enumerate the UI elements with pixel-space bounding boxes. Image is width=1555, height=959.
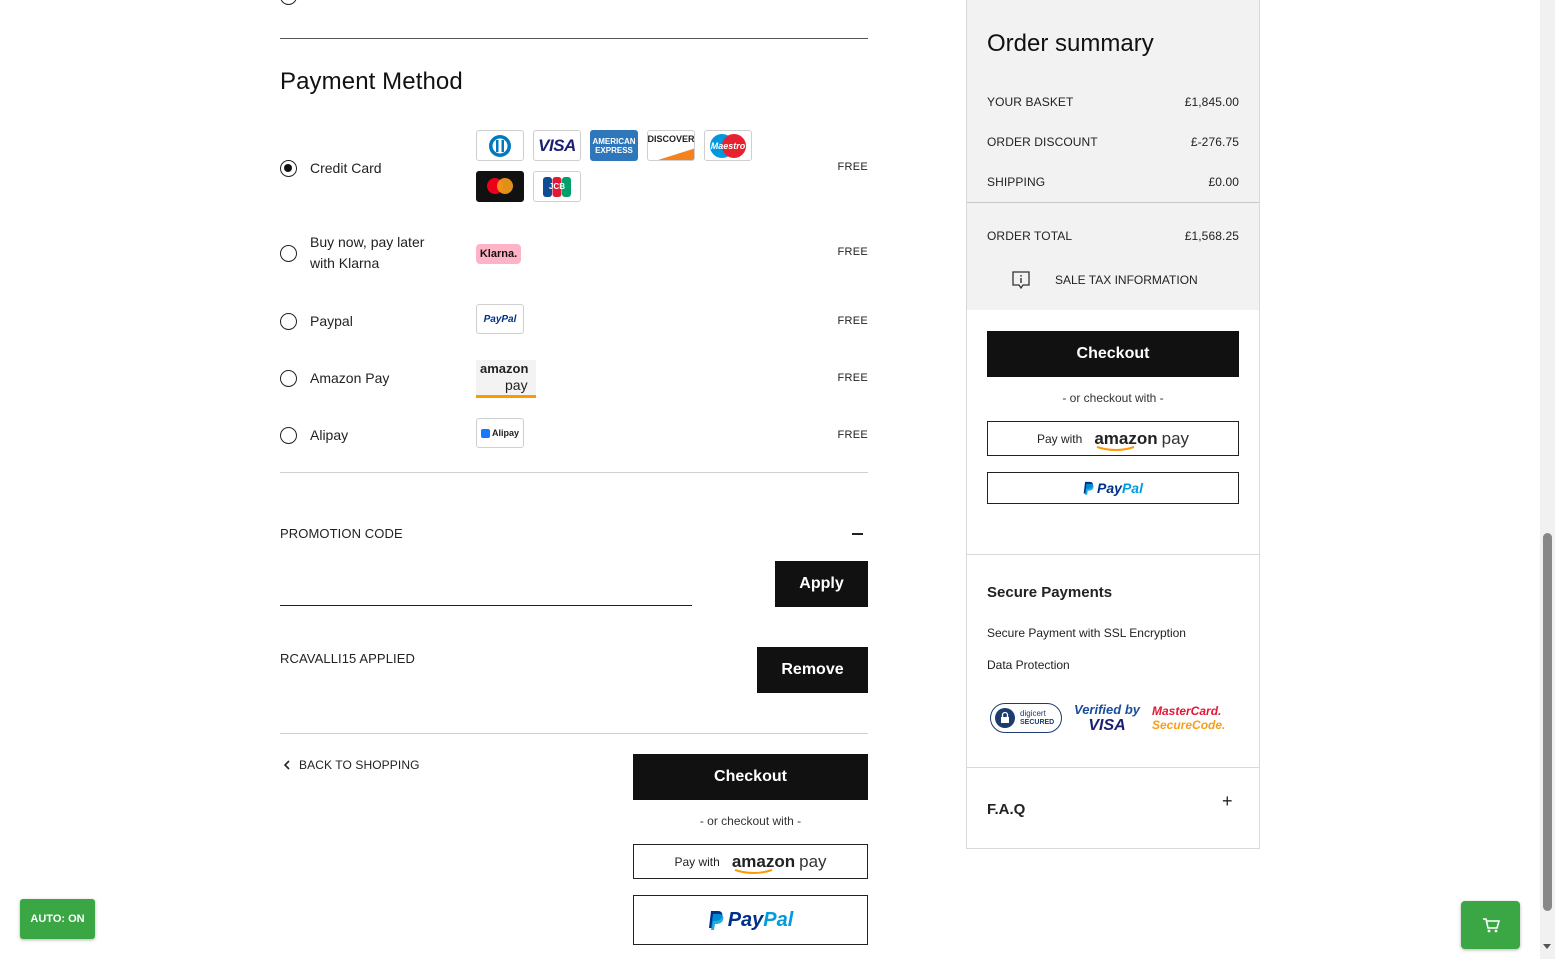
- alipay-radio[interactable]: [280, 427, 297, 444]
- pay-with-text: Pay with: [1036, 431, 1083, 446]
- paypal-radio[interactable]: [280, 313, 297, 330]
- discover-logo: DISCOVER: [647, 130, 695, 161]
- amazon-pay-radio[interactable]: [280, 370, 297, 387]
- amazon-word: amazon: [1094, 429, 1158, 451]
- or-checkout-text: - or checkout with -: [1062, 391, 1164, 405]
- payment-option-credit-card[interactable]: Credit Card VISA AMERICAN EXPRESS DISCOV…: [280, 128, 868, 204]
- amazon-pay-button[interactable]: Pay with amazon pay: [633, 844, 868, 879]
- payment-fee: FREE: [837, 246, 868, 258]
- amazon-word: amazon: [732, 852, 795, 874]
- summary-divider: [967, 554, 1259, 555]
- amex-logo: AMERICAN EXPRESS: [590, 130, 638, 161]
- paypal-p-icon: [1083, 481, 1094, 495]
- promotion-code-input[interactable]: [280, 562, 692, 606]
- summary-row-shipping: SHIPPING £0.00: [987, 175, 1239, 189]
- back-to-shopping-link[interactable]: BACK TO SHOPPING: [283, 758, 420, 772]
- section-divider: [280, 38, 868, 39]
- payment-option-label: Amazon Pay: [310, 370, 390, 386]
- payment-method-title: Payment Method: [280, 68, 463, 95]
- checkout-button[interactable]: Checkout: [633, 754, 868, 800]
- payment-option-paypal[interactable]: Paypal PayPal FREE: [280, 303, 868, 339]
- summary-divider: [967, 767, 1259, 768]
- remove-promo-button[interactable]: Remove: [757, 647, 868, 693]
- data-protection-text: Data Protection: [987, 658, 1070, 672]
- auto-toggle-button[interactable]: AUTO: ON: [20, 899, 95, 939]
- alipay-logo: Alipay: [476, 418, 524, 448]
- summary-amazon-pay-button[interactable]: Pay with amazon pay: [987, 421, 1239, 456]
- lock-icon: [995, 708, 1015, 728]
- summary-checkout-button[interactable]: Checkout: [987, 331, 1239, 377]
- cart-button[interactable]: [1461, 901, 1520, 949]
- shipping-option-radio[interactable]: [280, 0, 297, 5]
- paypal-p-icon: [708, 911, 724, 930]
- secure-payments-title: Secure Payments: [987, 584, 1113, 601]
- diners-club-logo: [476, 130, 524, 161]
- payment-option-label: Paypal: [310, 313, 353, 329]
- amazon-pay-word: pay: [799, 851, 827, 871]
- promo-applied-text: RCAVALLI15 APPLIED: [280, 651, 415, 666]
- scroll-down-arrow-icon[interactable]: [1543, 944, 1551, 949]
- paypal-button[interactable]: PayPal: [633, 895, 868, 945]
- payment-fee: FREE: [837, 315, 868, 327]
- secure-ssl-text: Secure Payment with SSL Encryption: [987, 626, 1186, 640]
- scrollbar-thumb[interactable]: [1543, 533, 1552, 911]
- maestro-logo: Maestro: [704, 130, 752, 161]
- faq-title[interactable]: F.A.Q: [987, 801, 1025, 818]
- chevron-left-icon: [283, 760, 290, 770]
- amazon-pay-logo: amazon pay: [476, 360, 536, 398]
- collapse-icon[interactable]: [852, 533, 863, 535]
- paypal-logo: PayPal: [476, 304, 524, 334]
- klarna-logo: Klarna.: [476, 244, 521, 264]
- section-divider: [280, 472, 868, 473]
- payment-fee: FREE: [837, 429, 868, 441]
- digicert-badge: digicert SECURED: [990, 703, 1062, 733]
- payment-option-amazon-pay[interactable]: Amazon Pay amazon pay FREE: [280, 359, 868, 399]
- payment-option-alipay[interactable]: Alipay Alipay FREE: [280, 417, 868, 453]
- verified-by-visa-badge: Verified by VISA: [1074, 702, 1140, 734]
- visa-logo: VISA: [533, 130, 581, 161]
- summary-paypal-button[interactable]: PayPal: [987, 472, 1239, 504]
- expand-plus-icon[interactable]: +: [1222, 791, 1233, 812]
- payment-fee: FREE: [837, 161, 868, 173]
- amazon-pay-word: pay: [1161, 428, 1190, 448]
- summary-row-total: ORDER TOTAL £1,568.25: [987, 229, 1239, 243]
- mastercard-securecode-badge: MasterCard. SecureCode.: [1152, 704, 1226, 732]
- sale-tax-information-link[interactable]: SALE TAX INFORMATION: [1011, 270, 1198, 290]
- order-summary-title: Order summary: [987, 30, 1154, 57]
- credit-card-radio[interactable]: [280, 160, 297, 177]
- payment-option-label: Buy now, pay later with Klarna: [310, 234, 425, 271]
- summary-divider: [967, 202, 1259, 203]
- mastercard-logo: [476, 171, 524, 202]
- jcb-logo: JCB: [533, 171, 581, 202]
- summary-row-basket: YOUR BASKET £1,845.00: [987, 95, 1239, 109]
- promotion-code-label: PROMOTION CODE: [280, 526, 403, 541]
- payment-option-label: Credit Card: [310, 160, 382, 176]
- back-to-shopping-label: BACK TO SHOPPING: [299, 758, 420, 772]
- summary-row-discount: ORDER DISCOUNT £-276.75: [987, 135, 1239, 149]
- amazon-smile-icon: [734, 868, 773, 874]
- apply-button[interactable]: Apply: [775, 561, 868, 607]
- info-icon: [1012, 271, 1030, 290]
- section-divider: [280, 733, 868, 734]
- amazon-smile-icon: [1097, 445, 1135, 451]
- klarna-radio[interactable]: [280, 245, 297, 262]
- payment-option-klarna[interactable]: Buy now, pay later with Klarna Klarna. F…: [280, 232, 868, 276]
- payment-option-label: Alipay: [310, 427, 349, 443]
- payment-fee: FREE: [837, 372, 868, 384]
- cart-icon: [1482, 918, 1500, 933]
- alipay-mark-icon: [480, 428, 490, 438]
- pay-with-text: Pay with: [674, 854, 720, 869]
- or-checkout-text: - or checkout with -: [699, 814, 802, 828]
